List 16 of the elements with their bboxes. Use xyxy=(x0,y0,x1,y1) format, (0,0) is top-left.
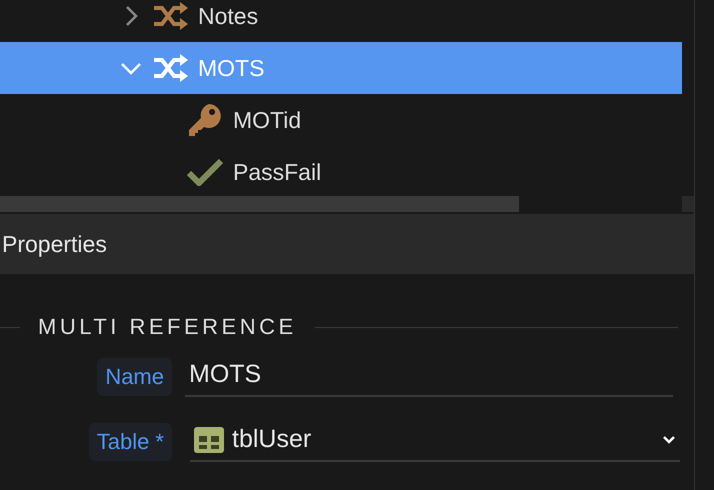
key-icon xyxy=(187,102,223,138)
tree-row[interactable]: MOTid xyxy=(0,94,682,146)
shuffle-icon xyxy=(152,2,188,30)
panel-title: Properties xyxy=(2,230,107,258)
scrollbar-thumb[interactable] xyxy=(0,196,519,212)
tree-row[interactable]: Notes xyxy=(0,0,682,42)
checkmark-icon xyxy=(187,158,223,186)
table-icon xyxy=(194,426,224,452)
name-field[interactable]: MOTS xyxy=(185,356,673,397)
tree-row[interactable]: PassFail xyxy=(0,146,682,198)
table-select[interactable]: tblUser xyxy=(190,421,680,462)
shuffle-icon xyxy=(152,54,188,82)
field-label: Name xyxy=(97,358,172,396)
field-label: Table * xyxy=(88,422,172,460)
chevron-down-icon xyxy=(662,434,676,444)
section-title: MULTI REFERENCE xyxy=(38,314,297,340)
